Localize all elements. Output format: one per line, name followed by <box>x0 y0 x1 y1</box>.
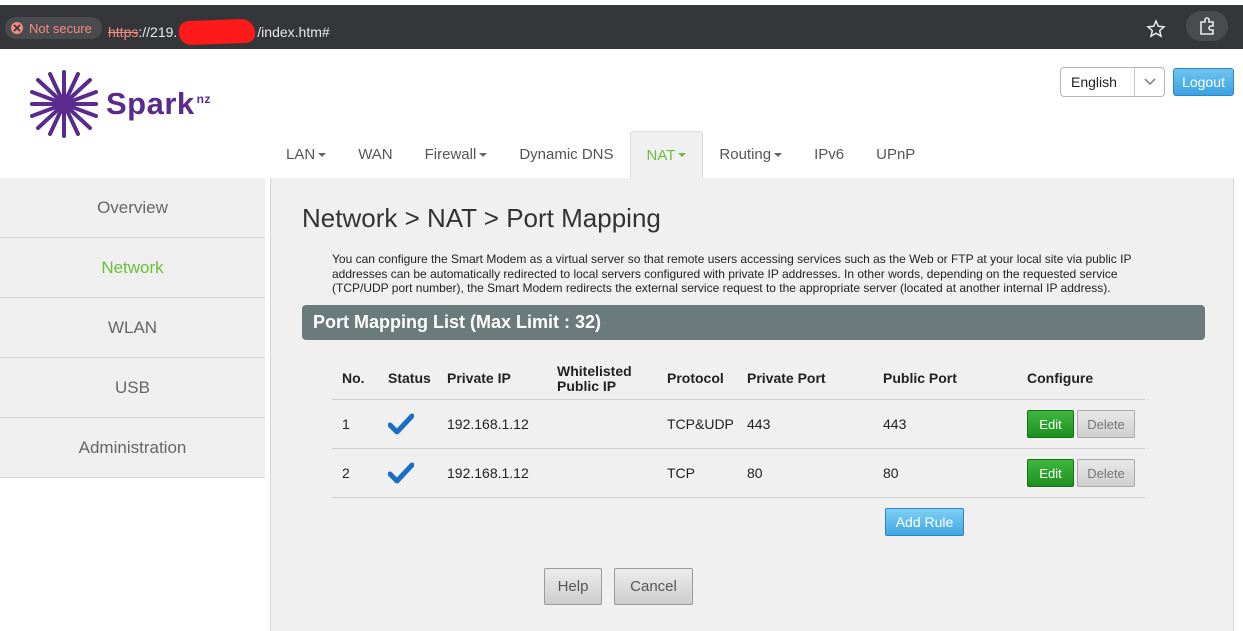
sidebar: Overview Network WLAN USB Administration <box>0 178 265 478</box>
delete-button[interactable]: Delete <box>1077 410 1135 438</box>
sidebar-item-usb[interactable]: USB <box>0 358 265 418</box>
sidebar-item-wlan[interactable]: WLAN <box>0 298 265 358</box>
sidebar-item-administration[interactable]: Administration <box>0 418 265 478</box>
col-configure: Configure <box>1027 370 1094 386</box>
row-private-ip: 192.168.1.12 <box>447 465 529 481</box>
row-public-port: 80 <box>883 465 899 481</box>
tab-firewall[interactable]: Firewall <box>409 131 504 178</box>
url-scheme: https <box>108 24 139 40</box>
port-mapping-table: No. Status Private IP Whitelisted Public … <box>332 358 1145 498</box>
row-configure: Edit Delete <box>1027 400 1135 448</box>
col-no: No. <box>342 370 365 386</box>
cancel-button[interactable]: Cancel <box>614 568 693 605</box>
url-field[interactable]: https ://219. /index.htm# <box>108 18 330 46</box>
star-icon[interactable] <box>1146 19 1166 44</box>
language-select[interactable]: English <box>1060 67 1165 97</box>
row-public-port: 443 <box>883 416 907 432</box>
browser-toolbar: Not secure https ://219. /index.htm# <box>0 0 1243 52</box>
checkmark-icon <box>388 449 414 497</box>
sidebar-item-overview[interactable]: Overview <box>0 178 265 238</box>
edit-button[interactable]: Edit <box>1027 459 1074 487</box>
chevron-down-icon <box>1134 68 1164 96</box>
caret-down-icon <box>774 152 783 157</box>
main-nav: LAN WAN Firewall Dynamic DNS NAT Routing… <box>270 131 931 178</box>
url-suffix: /index.htm# <box>257 24 330 40</box>
checkmark-icon <box>388 400 414 448</box>
row-no: 1 <box>342 416 350 432</box>
address-bar-area: Not secure https ://219. /index.htm# <box>0 5 1243 49</box>
spark-star-icon <box>30 70 98 138</box>
row-no: 2 <box>342 465 350 481</box>
table-header: No. Status Private IP Whitelisted Public … <box>332 358 1145 400</box>
caret-down-icon <box>479 152 488 157</box>
brand-region: nz <box>196 92 212 106</box>
caret-down-icon <box>318 152 327 157</box>
tab-lan[interactable]: LAN <box>270 131 342 178</box>
logout-button[interactable]: Logout <box>1173 68 1234 96</box>
security-chip[interactable]: Not secure <box>5 17 102 39</box>
row-private-port: 80 <box>747 465 763 481</box>
sidebar-item-network[interactable]: Network <box>0 238 265 298</box>
table-row: 2 192.168.1.12 TCP 80 80 Edit Delete <box>332 449 1145 498</box>
col-public-port: Public Port <box>883 370 957 386</box>
tab-nat[interactable]: NAT <box>629 131 704 178</box>
close-circle-icon <box>11 22 23 34</box>
section-header: Port Mapping List (Max Limit : 32) <box>302 305 1205 340</box>
row-private-ip: 192.168.1.12 <box>447 416 529 432</box>
row-configure: Edit Delete <box>1027 449 1135 497</box>
language-value: English <box>1071 74 1117 90</box>
tab-ipv6[interactable]: IPv6 <box>798 131 860 178</box>
edit-button[interactable]: Edit <box>1027 410 1074 438</box>
table-row: 1 192.168.1.12 TCP&UDP 443 443 Edit Dele… <box>332 400 1145 449</box>
col-private-ip: Private IP <box>447 370 511 386</box>
delete-button[interactable]: Delete <box>1077 459 1135 487</box>
redaction-mark <box>178 18 256 46</box>
url-prefix: ://219. <box>138 24 178 40</box>
tab-wan[interactable]: WAN <box>342 131 408 178</box>
security-label: Not secure <box>29 20 92 36</box>
brand-name: Spark nz <box>106 86 212 121</box>
col-whitelisted-ip: Whitelisted Public IP <box>557 362 632 394</box>
extensions-icon[interactable] <box>1186 11 1228 41</box>
row-protocol: TCP <box>667 465 695 481</box>
help-button[interactable]: Help <box>544 568 602 605</box>
add-rule-button[interactable]: Add Rule <box>885 508 964 536</box>
col-protocol: Protocol <box>667 370 724 386</box>
row-private-port: 443 <box>747 416 771 432</box>
tab-routing[interactable]: Routing <box>703 131 798 178</box>
page-description: You can configure the Smart Modem as a v… <box>332 252 1132 295</box>
tab-dynamic-dns[interactable]: Dynamic DNS <box>503 131 629 178</box>
main-panel: Network > NAT > Port Mapping You can con… <box>270 178 1234 631</box>
spark-logo: Spark nz <box>28 70 211 138</box>
page-title: Network > NAT > Port Mapping <box>302 203 661 233</box>
col-private-port: Private Port <box>747 370 826 386</box>
caret-down-icon <box>678 153 687 157</box>
col-status: Status <box>388 370 431 386</box>
tab-upnp[interactable]: UPnP <box>860 131 931 178</box>
row-protocol: TCP&UDP <box>667 416 734 432</box>
